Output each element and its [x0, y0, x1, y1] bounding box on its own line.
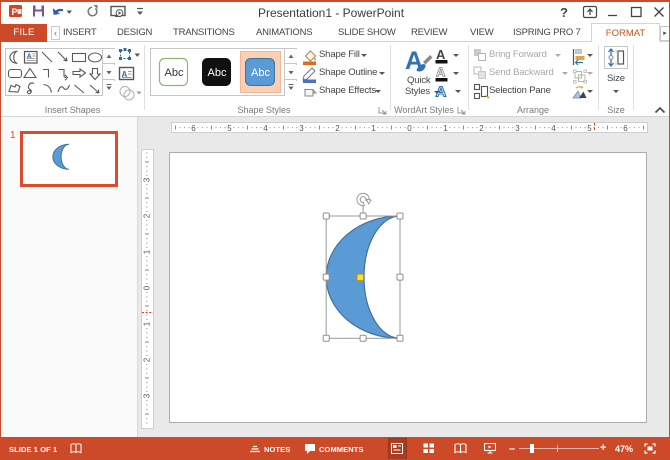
svg-text:P: P [12, 7, 18, 17]
svg-text:5: 5 [227, 124, 232, 132]
svg-text:1: 1 [443, 124, 448, 132]
svg-text:6: 6 [623, 124, 628, 132]
svg-text:6: 6 [191, 124, 196, 132]
svg-text:Abc: Abc [251, 67, 270, 79]
svg-text:2: 2 [335, 124, 340, 132]
svg-text:?: ? [560, 5, 568, 20]
svg-text:A: A [436, 47, 446, 62]
svg-text:3: 3 [299, 124, 304, 132]
svg-text:0: 0 [407, 124, 412, 132]
svg-text:3: 3 [515, 124, 520, 132]
svg-text:Abc: Abc [165, 67, 184, 79]
svg-text:4: 4 [551, 124, 556, 132]
svg-text:A: A [27, 52, 33, 61]
svg-text:4: 4 [263, 124, 268, 132]
svg-text:A: A [436, 65, 446, 80]
svg-text:Abc: Abc [208, 67, 227, 79]
svg-text:5: 5 [587, 124, 592, 132]
svg-text:2: 2 [479, 124, 484, 132]
svg-text:1: 1 [371, 124, 376, 132]
